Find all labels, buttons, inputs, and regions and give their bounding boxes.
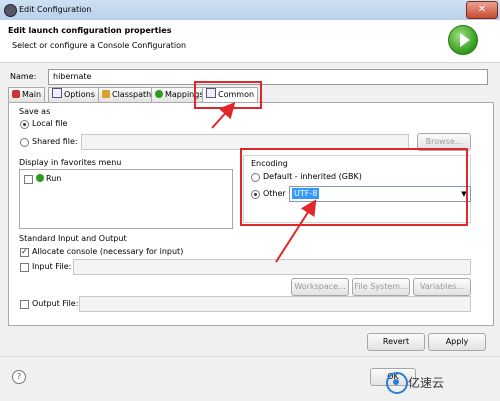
annotation-arrows <box>211 102 317 263</box>
revert-button[interactable]: Revert <box>367 333 425 351</box>
arrow-to-common-tab <box>211 102 236 129</box>
apply-button[interactable]: Apply <box>428 333 486 351</box>
arrow-to-encoding <box>275 199 317 263</box>
watermark-logo-icon <box>386 372 408 394</box>
watermark-text: 亿速云 <box>408 376 445 390</box>
help-icon[interactable]: ? <box>12 370 26 384</box>
